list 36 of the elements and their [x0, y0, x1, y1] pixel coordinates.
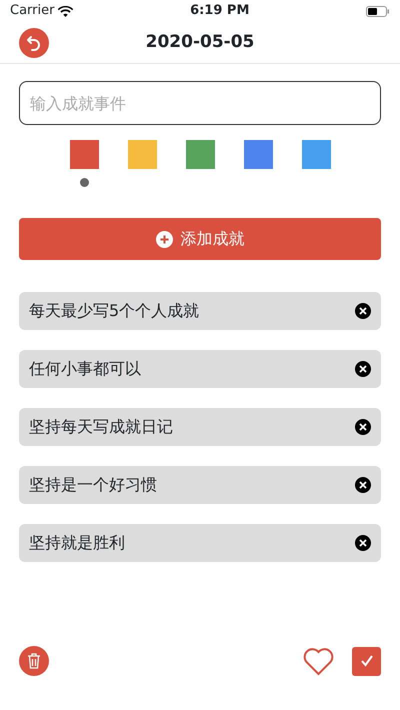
achievement-text: 坚持是一个好习惯 — [29, 474, 157, 496]
remove-button[interactable] — [354, 302, 372, 320]
close-icon — [354, 302, 372, 320]
achievement-input-field[interactable]: 输入成就事件 — [19, 81, 381, 125]
page-title: 2020-05-05 — [146, 30, 254, 54]
add-achievement-button[interactable]: 添加成就 — [19, 218, 381, 260]
carrier-label: Carrier — [10, 2, 54, 20]
color-swatch[interactable] — [70, 140, 98, 169]
achievement-text: 每天最少写5个个人成就 — [29, 300, 200, 322]
color-swatch[interactable] — [302, 140, 330, 169]
trash-icon — [27, 653, 41, 669]
clock-time: 6:19 PM — [190, 2, 250, 20]
heart-button[interactable] — [303, 646, 334, 676]
confirm-button[interactable] — [352, 646, 381, 676]
color-swatch[interactable] — [186, 140, 214, 169]
achievement-text: 坚持就是胜利 — [29, 532, 125, 554]
remove-button[interactable] — [354, 360, 372, 378]
remove-button[interactable] — [354, 418, 372, 436]
achievement-text: 任何小事都可以 — [29, 358, 141, 380]
remove-button[interactable] — [354, 534, 372, 552]
plus-icon — [156, 230, 172, 248]
remove-button[interactable] — [354, 476, 372, 494]
close-icon — [354, 534, 372, 552]
undo-arrow-icon — [26, 35, 42, 51]
delete-button[interactable] — [19, 646, 49, 676]
close-icon — [354, 418, 372, 436]
battery-icon — [366, 6, 390, 16]
close-icon — [354, 476, 372, 494]
achievement-text: 坚持每天写成就日记 — [29, 416, 173, 438]
close-icon — [354, 360, 372, 378]
wifi-icon — [58, 6, 74, 16]
back-button[interactable] — [19, 28, 49, 58]
color-swatch[interactable] — [128, 140, 156, 169]
color-swatch[interactable] — [244, 140, 272, 169]
heart-icon — [303, 646, 334, 676]
checkmark-icon — [360, 654, 374, 668]
